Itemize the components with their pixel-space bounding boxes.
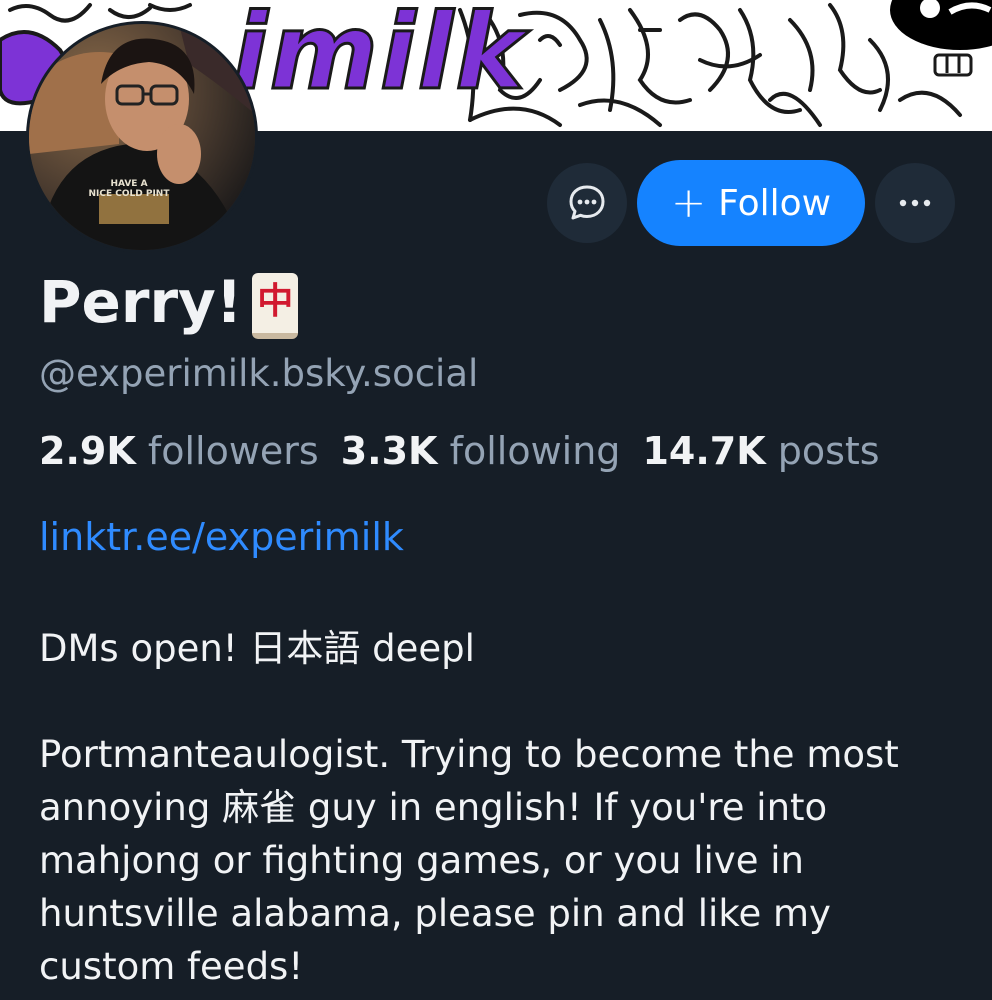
followers-stat[interactable]: 2.9K followers [39, 429, 319, 473]
shirt-text-line2: NICE COLD PINT [89, 189, 171, 199]
posts-count: 14.7K [642, 429, 766, 473]
following-label: following [449, 429, 621, 473]
mahjong-tile-emoji: 中 [252, 273, 299, 339]
followers-label: followers [147, 429, 319, 473]
profile-link[interactable]: linktr.ee/experimilk [39, 515, 404, 559]
avatar[interactable]: HAVE A NICE COLD PINT [26, 21, 258, 253]
chat-bubble-icon [569, 185, 605, 220]
avatar-photo: HAVE A NICE COLD PINT [29, 24, 255, 250]
display-name-text: Perry! [39, 268, 243, 336]
profile-stats: 2.9K followers 3.3K following 14.7K post… [39, 429, 880, 473]
profile-handle: @experimilk.bsky.social [39, 352, 479, 395]
posts-label: posts [777, 429, 880, 473]
profile-bio: DMs open! 日本語 deepl Portmanteaulogist. T… [39, 627, 899, 988]
more-options-button[interactable] [875, 163, 955, 243]
banner-title: imilk [230, 0, 527, 113]
following-stat[interactable]: 3.3K following [341, 429, 621, 473]
posts-stat: 14.7K posts [642, 429, 879, 473]
display-name: Perry! 中 [39, 268, 299, 339]
message-button[interactable] [547, 163, 627, 243]
ellipsis-icon [899, 199, 931, 207]
following-count: 3.3K [340, 429, 438, 473]
plus-icon: + [670, 178, 707, 227]
shirt-text-line1: HAVE A [110, 179, 147, 189]
follow-label: Follow [718, 182, 832, 224]
follow-button[interactable]: + Follow [637, 160, 865, 246]
followers-count: 2.9K [39, 429, 136, 473]
